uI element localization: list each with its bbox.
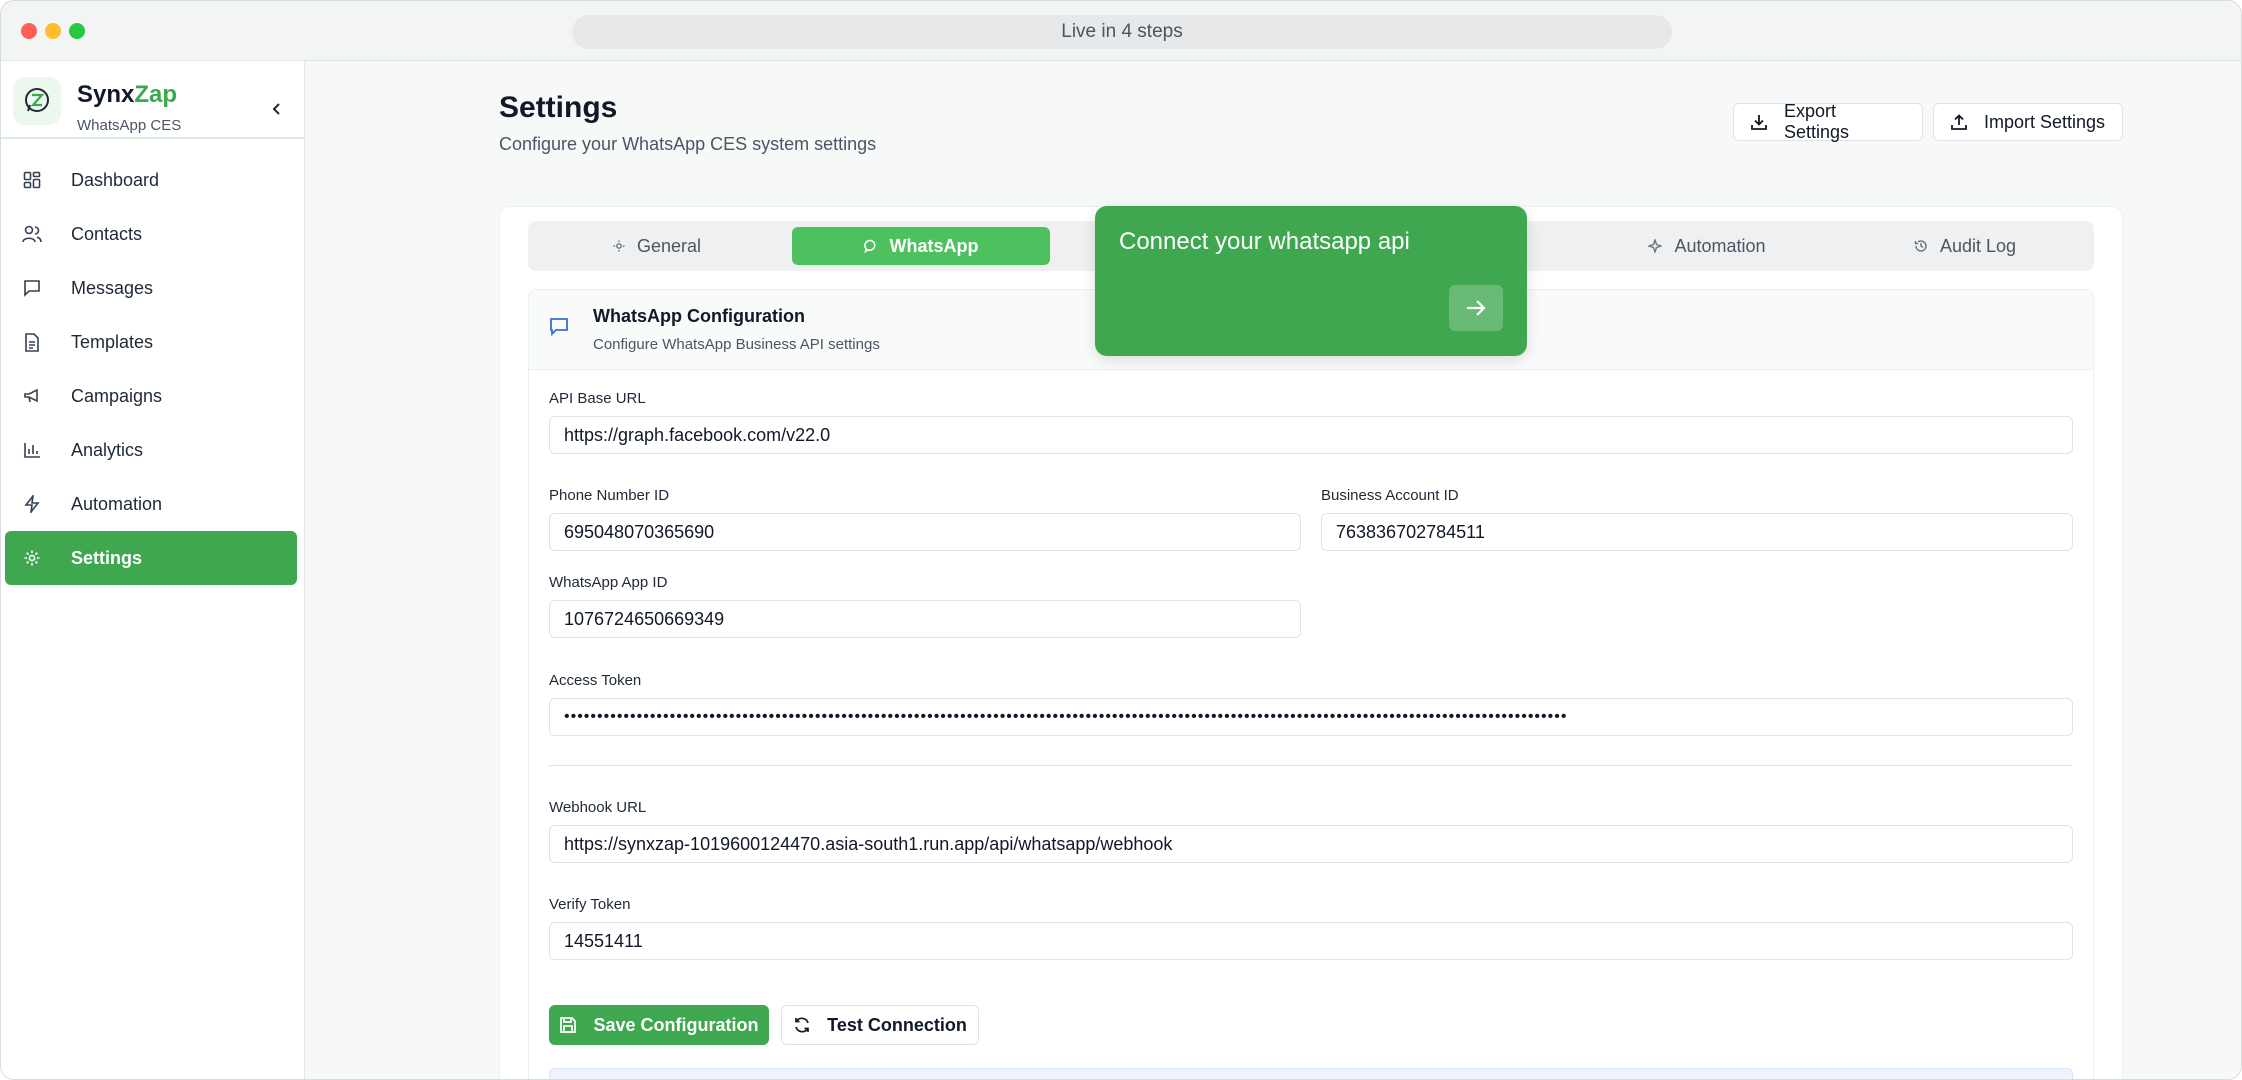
tab-general[interactable]: General bbox=[528, 227, 786, 265]
tab-whatsapp[interactable]: WhatsApp bbox=[792, 227, 1050, 265]
api-base-url-label: API Base URL bbox=[549, 390, 646, 407]
tab-label: General bbox=[636, 235, 702, 256]
sidebar-item-dashboard[interactable]: Dashboard bbox=[5, 153, 297, 207]
arrow-right-icon bbox=[1467, 300, 1486, 316]
sidebar-divider bbox=[1, 137, 305, 139]
megaphone-icon bbox=[21, 385, 43, 407]
webhook-url-label: Webhook URL bbox=[549, 799, 647, 816]
verify-token-label: Verify Token bbox=[549, 896, 631, 913]
section-subtitle: Configure WhatsApp Business API settings bbox=[593, 336, 880, 353]
sidebar-item-settings[interactable]: Settings bbox=[5, 531, 297, 585]
business-account-id-input[interactable]: 763836702784511 bbox=[1321, 513, 2073, 551]
sidebar-item-label: Settings bbox=[71, 547, 143, 568]
brand-subtitle: WhatsApp CES bbox=[77, 117, 182, 134]
message-icon bbox=[549, 316, 569, 341]
export-settings-button[interactable]: Export Settings bbox=[1733, 101, 1923, 142]
page-title: Settings bbox=[499, 91, 618, 124]
history-icon bbox=[1914, 239, 1928, 253]
sidebar-item-label: Contacts bbox=[71, 223, 143, 244]
webhook-url-input[interactable]: https://synxzap-1019600124470.asia-south… bbox=[549, 825, 2073, 863]
users-icon bbox=[21, 223, 43, 245]
sun-icon bbox=[613, 240, 625, 252]
zap-icon bbox=[21, 493, 43, 515]
title-bar: Live in 4 steps bbox=[1, 1, 2241, 61]
page-subtitle: Configure your WhatsApp CES system setti… bbox=[499, 134, 877, 154]
tour-text: Connect your whatsapp api bbox=[1119, 228, 1410, 255]
import-settings-button[interactable]: Import Settings bbox=[1933, 103, 2123, 141]
message-icon bbox=[863, 239, 878, 253]
sidebar-item-messages[interactable]: Messages bbox=[5, 261, 297, 315]
bar-chart-icon bbox=[21, 439, 43, 461]
save-icon bbox=[559, 1016, 577, 1034]
import-settings-label: Import Settings bbox=[1984, 111, 2106, 132]
upload-icon bbox=[1950, 113, 1968, 131]
sidebar-item-contacts[interactable]: Contacts bbox=[5, 207, 297, 261]
tab-automation[interactable]: Automation bbox=[1578, 227, 1836, 265]
sidebar-item-automation[interactable]: Automation bbox=[5, 477, 297, 531]
api-base-url-input[interactable]: https://graph.facebook.com/v22.0 bbox=[549, 416, 2073, 454]
close-window-button[interactable] bbox=[21, 23, 37, 39]
tour-next-button[interactable] bbox=[1449, 285, 1503, 331]
chevron-left-icon bbox=[272, 103, 280, 115]
phone-number-id-input[interactable]: 695048070365690 bbox=[549, 513, 1301, 551]
collapse-sidebar-button[interactable] bbox=[265, 97, 289, 121]
logo-icon bbox=[13, 77, 61, 125]
sidebar-item-label: Campaigns bbox=[71, 385, 163, 406]
sidebar-item-label: Dashboard bbox=[71, 169, 160, 190]
tour-popover: Connect your whatsapp api bbox=[1095, 206, 1527, 356]
access-token-input[interactable]: ••••••••••••••••••••••••••••••••••••••••… bbox=[549, 698, 2073, 736]
whatsapp-app-id-label: WhatsApp App ID bbox=[549, 574, 668, 591]
tab-label: WhatsApp bbox=[889, 235, 979, 256]
sidebar-item-label: Messages bbox=[71, 277, 154, 298]
sidebar: SynxZap WhatsApp CES Dashboard Contacts bbox=[1, 61, 305, 1079]
export-settings-label: Export Settings bbox=[1784, 101, 1850, 142]
save-configuration-button[interactable]: Save Configuration bbox=[549, 1005, 769, 1045]
minimize-window-button[interactable] bbox=[45, 23, 61, 39]
app-window: Live in 4 steps SynxZap WhatsApp CES Das… bbox=[0, 0, 2242, 1080]
grid-icon bbox=[21, 169, 43, 191]
sidebar-item-label: Templates bbox=[71, 331, 154, 352]
info-banner bbox=[549, 1068, 2073, 1079]
business-account-id-label: Business Account ID bbox=[1321, 487, 1459, 504]
sidebar-item-campaigns[interactable]: Campaigns bbox=[5, 369, 297, 423]
sidebar-item-analytics[interactable]: Analytics bbox=[5, 423, 297, 477]
section-title: WhatsApp Configuration bbox=[593, 306, 805, 326]
refresh-icon bbox=[793, 1016, 811, 1034]
brand-name: SynxZap bbox=[77, 81, 178, 108]
message-icon bbox=[21, 277, 43, 299]
test-connection-button[interactable]: Test Connection bbox=[781, 1005, 979, 1045]
tab-audit-log[interactable]: Audit Log bbox=[1836, 227, 2094, 265]
sidebar-item-templates[interactable]: Templates bbox=[5, 315, 297, 369]
whatsapp-app-id-input[interactable]: 1076724650669349 bbox=[549, 600, 1301, 638]
address-bar[interactable]: Live in 4 steps bbox=[572, 15, 1672, 49]
sparkle-icon bbox=[1648, 239, 1663, 253]
divider bbox=[549, 765, 2073, 766]
zoom-window-button[interactable] bbox=[69, 23, 85, 39]
save-configuration-label: Save Configuration bbox=[593, 1014, 759, 1035]
sidebar-nav: Dashboard Contacts Messages Templates Ca… bbox=[5, 153, 297, 585]
whatsapp-config-section: WhatsApp Configuration Configure WhatsAp… bbox=[528, 289, 2094, 1079]
verify-token-input[interactable]: 14551411 bbox=[549, 922, 2073, 960]
tab-label: Audit Log bbox=[1939, 235, 2017, 256]
sidebar-item-label: Automation bbox=[71, 493, 163, 514]
brand: SynxZap WhatsApp CES bbox=[13, 75, 293, 137]
file-icon bbox=[21, 331, 43, 353]
gear-icon bbox=[21, 547, 43, 569]
download-icon bbox=[1750, 113, 1768, 131]
sidebar-item-label: Analytics bbox=[71, 439, 144, 460]
phone-number-id-label: Phone Number ID bbox=[549, 487, 670, 504]
tab-label: Automation bbox=[1674, 235, 1766, 256]
test-connection-label: Test Connection bbox=[827, 1014, 967, 1035]
access-token-label: Access Token bbox=[549, 672, 642, 689]
address-bar-text: Live in 4 steps bbox=[1061, 21, 1183, 42]
